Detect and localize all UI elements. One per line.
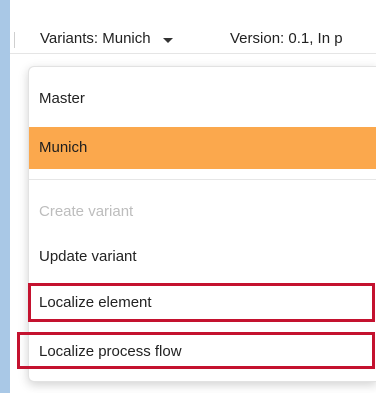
left-panel-edge (0, 0, 10, 393)
menu-item-label: Create variant (39, 203, 134, 220)
toolbar-divider (10, 53, 376, 54)
variants-menu: Master Munich Create variant Update vari… (28, 66, 376, 382)
menu-item-master[interactable]: Master (29, 81, 376, 117)
toolbar-separator (14, 32, 15, 48)
menu-item-localize-element[interactable]: Localize element (29, 285, 376, 321)
variants-dropdown-label: Variants: Munich (40, 30, 151, 47)
menu-item-label: Localize process flow (39, 343, 182, 360)
menu-item-label: Update variant (39, 248, 137, 265)
menu-item-label: Localize element (39, 294, 152, 311)
menu-item-update-variant[interactable]: Update variant (29, 239, 376, 275)
variants-dropdown[interactable]: Variants: Munich (40, 30, 173, 48)
menu-item-munich[interactable]: Munich (29, 127, 376, 169)
menu-item-label: Master (39, 90, 85, 107)
toolbar: Variants: Munich Version: 0.1, In p (10, 0, 376, 54)
menu-item-create-variant: Create variant (29, 194, 376, 230)
menu-item-localize-process-flow[interactable]: Localize process flow (29, 334, 376, 370)
menu-item-label: Munich (39, 139, 88, 156)
version-label: Version: 0.1, In p (230, 30, 343, 47)
menu-divider (29, 179, 376, 180)
chevron-down-icon (162, 38, 173, 43)
